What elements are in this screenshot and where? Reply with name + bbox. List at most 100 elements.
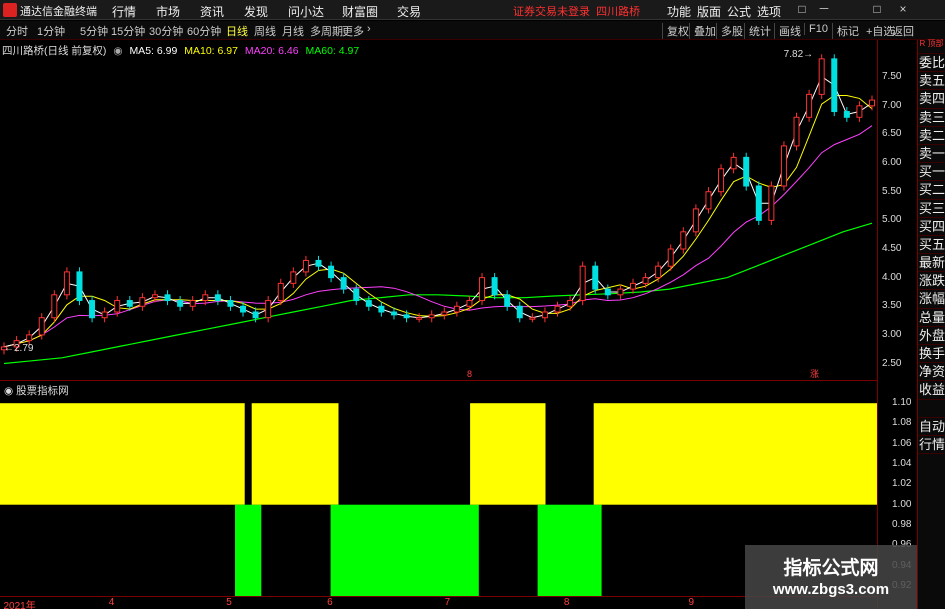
menu-jiaoyi[interactable]: 交易 [397, 3, 421, 20]
period-5min[interactable]: 5分钟 [80, 23, 108, 39]
price-tick: 4.50 [882, 243, 902, 254]
trade-login-notice[interactable]: 证券交易未登录 四川路桥 [513, 3, 640, 19]
indicator-block-yellow [593, 403, 877, 505]
date-tick: 4 [108, 597, 115, 608]
candle [177, 295, 184, 311]
candle [189, 295, 196, 311]
period-60min[interactable]: 60分钟 [187, 23, 221, 39]
side-item-17[interactable]: 净资 [918, 363, 945, 382]
period-daily[interactable]: 日线 [226, 23, 248, 39]
side-item-7[interactable]: 买二 [918, 181, 945, 200]
indicator-tick: 1.08 [892, 417, 912, 429]
side-item-13[interactable]: 涨幅 [918, 290, 945, 309]
menu-faxian[interactable]: 发现 [244, 3, 268, 20]
maximize-icon[interactable]: □ [870, 2, 884, 16]
fuquan-button[interactable]: 复权 [662, 23, 689, 39]
side-item-0[interactable]: 委比 [918, 54, 945, 73]
side-item-6[interactable]: 买一 [918, 163, 945, 182]
high-price-label: 7.82→ [784, 49, 813, 60]
main-price-chart[interactable]: ←2.79 7.82→ 8 涨 [0, 40, 877, 380]
side-item-14[interactable]: 总量 [918, 309, 945, 327]
candle [277, 278, 284, 306]
side-item-2[interactable]: 卖四 [918, 90, 945, 109]
side-item-10[interactable]: 买五 [918, 236, 945, 255]
candle [604, 284, 611, 300]
side-item-9[interactable]: 买四 [918, 218, 945, 236]
period-30min[interactable]: 30分钟 [149, 23, 183, 39]
menu-wenxiaoda[interactable]: 问小达 [288, 3, 324, 20]
side-item-11[interactable]: 最新 [918, 254, 945, 273]
side-item-12[interactable]: 涨跌 [918, 272, 945, 291]
candle [818, 54, 825, 99]
ma-info-line: 四川路桥(日线 前复权) ◉ MA5: 6.99 MA10: 6.97 MA20… [2, 43, 363, 58]
candle [139, 293, 146, 311]
skin-icon[interactable]: □ [795, 2, 809, 16]
candle [831, 54, 838, 117]
side-item-15[interactable]: 外盘 [918, 327, 945, 345]
multi-stock-button[interactable]: 多股 [716, 23, 743, 39]
overlay-button[interactable]: 叠加 [689, 23, 716, 39]
period-more[interactable]: 更多 [342, 23, 364, 39]
indicator-block-green [537, 504, 602, 596]
menu-zixun[interactable]: 资讯 [200, 3, 224, 20]
candle [340, 273, 347, 294]
event-marker[interactable]: 8 [467, 369, 472, 379]
side-item-19[interactable] [918, 400, 945, 418]
candle [705, 187, 712, 214]
candle [504, 290, 511, 311]
candle [680, 227, 687, 254]
menu-shichang[interactable]: 市场 [156, 3, 180, 20]
candle [265, 295, 272, 323]
candle [214, 290, 221, 306]
candle [617, 284, 624, 300]
stats-button[interactable]: 统计 [744, 23, 771, 39]
side-item-5[interactable]: 卖一 [918, 145, 945, 164]
period-fenshi[interactable]: 分时 [6, 23, 28, 39]
side-item-1[interactable]: 卖五 [918, 72, 945, 91]
menu-banmian[interactable]: 版面 [697, 3, 721, 20]
side-item-21[interactable]: 行情 [918, 436, 945, 455]
close-icon[interactable]: × [896, 2, 910, 16]
indicator-tick: 1.02 [892, 478, 912, 490]
menu-gongshi[interactable]: 公式 [727, 3, 751, 20]
chevron-right-icon[interactable]: › [367, 23, 371, 35]
menu-xuanxiang[interactable]: 选项 [757, 3, 781, 20]
side-item-3[interactable]: 卖三 [918, 109, 945, 127]
candle [567, 295, 574, 311]
side-item-4[interactable]: 卖二 [918, 127, 945, 145]
date-tick: 6 [327, 597, 333, 608]
side-item-16[interactable]: 换手 [918, 345, 945, 364]
side-item-20[interactable]: 自动 [918, 418, 945, 436]
menu-gongneng[interactable]: 功能 [667, 3, 691, 20]
period-monthly[interactable]: 月线 [282, 23, 304, 39]
ma20-line [3, 125, 873, 348]
price-tick: 7.50 [882, 71, 902, 83]
draw-line-button[interactable]: 画线 [774, 23, 801, 39]
mark-button[interactable]: 标记 [832, 23, 859, 39]
period-1min[interactable]: 1分钟 [37, 23, 65, 39]
settings-dot-icon[interactable]: ◉ [113, 45, 122, 57]
panel-divider[interactable] [0, 380, 877, 381]
side-quote-panel: R 顶部 委比 卖五 卖四 卖三 卖二 卖一 买一 买二 买三 买四 买五 最新 涨跌 涨幅 总量 外盘 换手净… [917, 40, 945, 609]
candle [227, 295, 234, 311]
title-bar: 通达信金融终端 行情 市场 资讯 发现 问小达 财富圈 交易 证券交易未登录 四… [0, 0, 945, 20]
period-weekly[interactable]: 周线 [254, 23, 276, 39]
price-tick: 5.00 [882, 214, 902, 226]
menu-caifuquan[interactable]: 财富圈 [342, 3, 378, 20]
side-item-18[interactable]: 收益 [918, 381, 945, 400]
side-item-8[interactable]: 买三 [918, 200, 945, 218]
event-marker-2[interactable]: 涨 [810, 369, 819, 379]
candle [768, 181, 775, 225]
f10-button[interactable]: F10 [804, 23, 828, 35]
side-panel-top[interactable]: R 顶部 [918, 40, 945, 54]
candle [730, 152, 737, 174]
candle [755, 181, 762, 225]
add-watchlist-button[interactable]: +自选 [866, 23, 894, 39]
period-15min[interactable]: 15分钟 [111, 23, 145, 39]
minimize-icon[interactable]: － [817, 2, 831, 16]
date-tick: 8 [563, 597, 570, 608]
period-multi[interactable]: 多周期 [310, 23, 343, 39]
back-button[interactable]: 返回 [892, 23, 914, 39]
candle [290, 267, 297, 288]
menu-hangqing[interactable]: 行情 [112, 3, 136, 20]
